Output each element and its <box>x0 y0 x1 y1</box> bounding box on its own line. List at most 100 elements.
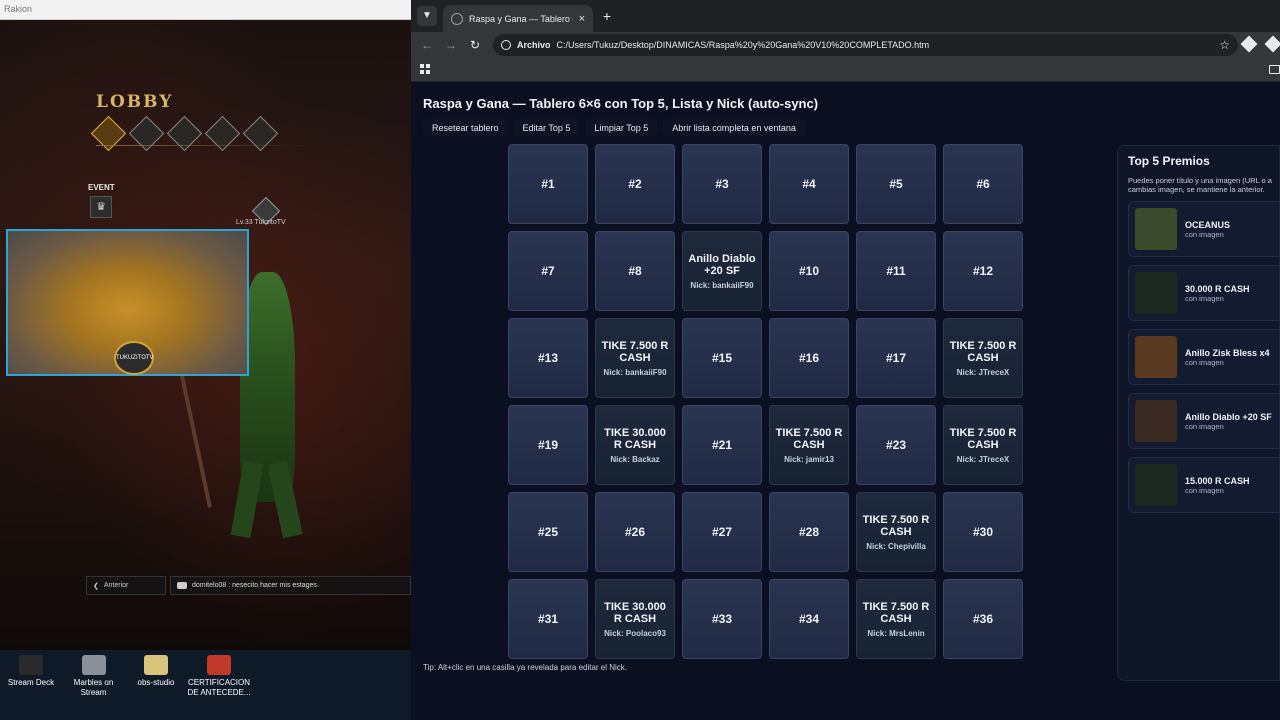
board-cell[interactable]: #7 <box>508 231 588 311</box>
info-icon[interactable] <box>501 40 511 50</box>
board-cell[interactable]: #15 <box>682 318 762 398</box>
prize-card[interactable]: Anillo Zisk Bless x4 con imagen <box>1128 329 1279 385</box>
back-button[interactable]: ❮ Anterior <box>86 576 166 595</box>
cell-nick: Nick: bankaiiF90 <box>690 280 754 290</box>
board-cell[interactable]: #34 <box>769 579 849 659</box>
prize-card[interactable]: 30.000 R CASH con imagen <box>1128 265 1279 321</box>
extension-icon-2[interactable] <box>1264 35 1280 53</box>
cell-number: #25 <box>537 525 559 539</box>
forward-arrow-icon[interactable]: → <box>443 37 459 53</box>
tab-search-button[interactable]: ▼ <box>417 6 437 26</box>
cell-number: #27 <box>711 525 733 539</box>
close-icon[interactable]: × <box>579 13 585 25</box>
browser-toolbar: ← → ↻ Archivo C:/Users/Tukuz/Desktop/DIN… <box>411 32 1280 58</box>
board-cell[interactable]: #17 <box>856 318 936 398</box>
cell-nick: Nick: Chepivilla <box>866 541 926 551</box>
board-cell[interactable]: #21 <box>682 405 762 485</box>
desktop-icon-marbles[interactable]: Marbles on Stream <box>62 655 125 698</box>
board-cell[interactable]: #6 <box>943 144 1023 224</box>
board-cell[interactable]: #12 <box>943 231 1023 311</box>
chat-icon <box>177 582 187 589</box>
prize-list: OCEANUS con imagen 30.000 R CASH con imagen… <box>1128 201 1279 513</box>
cell-nick: Nick: jamir13 <box>784 454 834 464</box>
top5-description: Puedes poner título y una imagen (URL o … <box>1128 176 1272 194</box>
board-cell[interactable]: #8 <box>595 231 675 311</box>
cell-number: #15 <box>711 351 733 365</box>
cell-number: #4 <box>802 177 816 191</box>
board-cell-revealed[interactable]: TIKE 7.500 R CASH Nick: MrsLenin <box>856 579 936 659</box>
bookmarks-bar <box>411 58 1280 82</box>
board-cell[interactable]: #33 <box>682 579 762 659</box>
cell-number: #33 <box>711 612 733 626</box>
board-cell-revealed[interactable]: Anillo Diablo +20 SF Nick: bankaiiF90 <box>682 231 762 311</box>
board-cell[interactable]: #27 <box>682 492 762 572</box>
reload-icon[interactable]: ↻ <box>467 37 483 53</box>
board-cell[interactable]: #5 <box>856 144 936 224</box>
prize-name: OCEANUS <box>1185 219 1231 230</box>
board-cell[interactable]: #25 <box>508 492 588 572</box>
board-cell[interactable]: #16 <box>769 318 849 398</box>
prize-card[interactable]: OCEANUS con imagen <box>1128 201 1279 257</box>
board-cell[interactable]: #3 <box>682 144 762 224</box>
prize-image <box>1135 464 1177 506</box>
extension-icon[interactable] <box>1240 35 1258 53</box>
board-cell[interactable]: #2 <box>595 144 675 224</box>
board-cell-revealed[interactable]: TIKE 7.500 R CASH Nick: bankaiiF90 <box>595 318 675 398</box>
browser-window: ▼ Raspa y Gana — Tablero 6x6 c × + ← → ↻… <box>411 0 1280 720</box>
clear-top5-button[interactable]: Limpiar Top 5 <box>585 119 658 136</box>
desktop-icon-obs[interactable]: obs-studio <box>125 655 187 698</box>
board-cell[interactable]: #11 <box>856 231 936 311</box>
game-bottom-bar: ❮ Anterior domitelo08 : nesecito hacer m… <box>86 576 411 595</box>
edit-top5-button[interactable]: Editar Top 5 <box>513 119 580 136</box>
desktop-icon-stream-deck[interactable]: Stream Deck <box>0 655 62 698</box>
desktop-icon-pdf[interactable]: CERTIFICACION DE ANTECEDE... <box>187 655 251 698</box>
cell-number: #26 <box>624 525 646 539</box>
board-cell-revealed[interactable]: TIKE 30.000 R CASH Nick: Poolaco93 <box>595 579 675 659</box>
open-full-list-button[interactable]: Abrir lista completa en ventana <box>663 119 805 136</box>
board-cell-revealed[interactable]: TIKE 7.500 R CASH Nick: JTreceX <box>943 318 1023 398</box>
board-cell[interactable]: #13 <box>508 318 588 398</box>
back-arrow-icon[interactable]: ← <box>419 37 435 53</box>
board-cell[interactable]: #36 <box>943 579 1023 659</box>
chat-line: domitelo08 : nesecito hacer mis estages <box>170 576 411 595</box>
board-cell[interactable]: #10 <box>769 231 849 311</box>
chat-message: domitelo08 : nesecito hacer mis estages <box>192 582 317 589</box>
cell-number: #36 <box>972 612 994 626</box>
board-cell[interactable]: #26 <box>595 492 675 572</box>
board-cell[interactable]: #4 <box>769 144 849 224</box>
board-cell[interactable]: #1 <box>508 144 588 224</box>
tab-bar: ▼ Raspa y Gana — Tablero 6x6 c × + <box>411 0 1280 32</box>
prize-card[interactable]: 15.000 R CASH con imagen <box>1128 457 1279 513</box>
prize-card[interactable]: Anillo Diablo +20 SF con imagen <box>1128 393 1279 449</box>
apps-grid-icon[interactable] <box>420 64 430 74</box>
prize-name: Anillo Zisk Bless x4 <box>1185 347 1270 358</box>
board-cell-revealed[interactable]: TIKE 7.500 R CASH Nick: jamir13 <box>769 405 849 485</box>
cell-nick: Nick: JTreceX <box>956 367 1010 377</box>
board-cell[interactable]: #31 <box>508 579 588 659</box>
cell-number: #3 <box>715 177 729 191</box>
reset-board-button[interactable]: Resetear tablero <box>423 119 508 136</box>
bookmark-folder-icon[interactable] <box>1269 65 1280 74</box>
board-cell-revealed[interactable]: TIKE 7.500 R CASH Nick: Chepivilla <box>856 492 936 572</box>
lobby-menu <box>90 115 279 152</box>
new-tab-button[interactable]: + <box>599 8 615 24</box>
event-icon[interactable]: ♛ <box>90 196 112 218</box>
cell-number: #21 <box>711 438 733 452</box>
board-cell[interactable]: #28 <box>769 492 849 572</box>
cell-number: #11 <box>886 264 906 278</box>
board-cell[interactable]: #19 <box>508 405 588 485</box>
address-bar[interactable]: Archivo C:/Users/Tukuz/Desktop/DINAMICAS… <box>493 34 1238 56</box>
tab-raspa-y-gana[interactable]: Raspa y Gana — Tablero 6x6 c × <box>443 5 593 32</box>
tab-title: Raspa y Gana — Tablero 6x6 c <box>469 13 573 24</box>
board-cell-revealed[interactable]: TIKE 30.000 R CASH Nick: Backaz <box>595 405 675 485</box>
cell-prize: TIKE 7.500 R CASH <box>862 600 930 625</box>
board-cell[interactable]: #30 <box>943 492 1023 572</box>
address-url[interactable]: C:/Users/Tukuz/Desktop/DINAMICAS/Raspa%2… <box>557 40 1214 50</box>
board-cell-revealed[interactable]: TIKE 7.500 R CASH Nick: JTreceX <box>943 405 1023 485</box>
game-window-title: Rakion <box>0 0 411 20</box>
board-cell[interactable]: #23 <box>856 405 936 485</box>
bookmark-star-icon[interactable]: ☆ <box>1219 38 1230 52</box>
back-button-label: Anterior <box>103 582 129 589</box>
prize-name: 15.000 R CASH <box>1185 475 1250 486</box>
cell-number: #8 <box>628 264 642 278</box>
